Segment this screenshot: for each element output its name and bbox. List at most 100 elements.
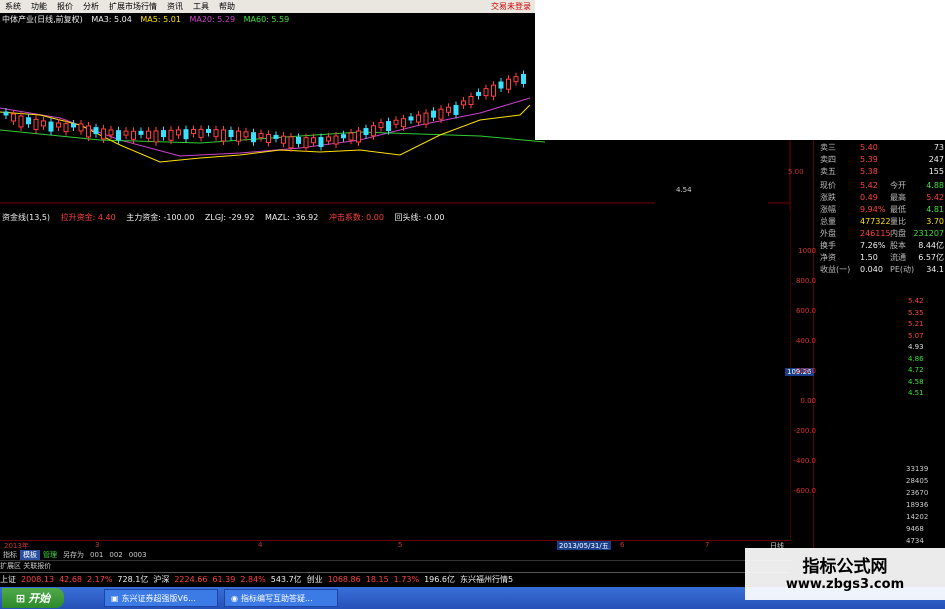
candle-body	[386, 121, 391, 132]
quote-value: 73	[933, 143, 944, 152]
candle-body	[476, 91, 481, 96]
candle-body	[41, 120, 46, 127]
quote-value: 477322	[860, 217, 891, 226]
candle-body	[33, 118, 39, 130]
app-icon: ▣	[111, 593, 119, 603]
intraday-volume-tick: 9468	[906, 525, 924, 533]
intraday-price-tick: 4.86	[908, 354, 924, 363]
extension-area[interactable]: 扩展区 关联报价	[0, 560, 790, 571]
quote-value: 5.42	[926, 193, 944, 202]
indicator-panel[interactable]	[0, 210, 790, 540]
index-value: 18.15	[365, 575, 389, 584]
ma60-line	[0, 129, 546, 144]
candle-body	[333, 135, 339, 145]
candle-body	[63, 123, 69, 133]
indicator-item: 拉升资金: 4.40	[60, 213, 116, 222]
quote-row: 外盘 246115 内盘 231207	[814, 228, 945, 240]
candle-body	[48, 121, 54, 132]
tab-001[interactable]: 001	[87, 551, 106, 559]
taskbar-item[interactable]: ◉ 指标编写互助答疑...	[224, 589, 338, 607]
quote-label: 最低	[890, 205, 906, 214]
indicator-y-tick: 0.00	[800, 397, 816, 405]
candle-body	[266, 133, 271, 143]
indicator-item: ZLGJ: -29.92	[204, 213, 255, 222]
date-axis-mark: 4	[258, 541, 263, 549]
candle-body	[348, 132, 354, 141]
index-value: 543.7亿	[270, 575, 302, 584]
quote-label: 换手	[820, 241, 836, 250]
candle-body	[341, 134, 346, 139]
quote-row: 总量 477322 量比 3.70	[814, 216, 945, 228]
tab-save-as[interactable]: 另存为	[60, 550, 87, 560]
candle-body	[483, 88, 489, 97]
taskbar-item-label: 东兴证券超强版V6...	[121, 593, 196, 603]
indicator-y-tick: -200.0	[793, 427, 816, 435]
quote-label: 最高	[890, 193, 906, 202]
candle-body	[446, 106, 451, 113]
candle-body	[176, 129, 181, 136]
candle-body	[3, 111, 9, 116]
candle-body	[468, 96, 474, 106]
candle-body	[93, 127, 99, 135]
index-bar: 上证 2008.13 42.68 2.17% 728.1亿 沪深 2224.66 61.39 2…	[0, 572, 790, 586]
candle-body	[18, 115, 24, 128]
tab-002[interactable]: 002	[106, 551, 125, 559]
indicator-y-tick: 800.0	[795, 277, 816, 285]
quote-label: 卖三	[820, 143, 836, 152]
tab-0003[interactable]: 0003	[126, 551, 150, 559]
quote-value: 3.70	[926, 217, 944, 226]
start-button[interactable]: ⊞ 开始	[2, 588, 64, 608]
candle-body	[288, 136, 294, 149]
index-value: 42.68	[59, 575, 82, 584]
candle-body	[303, 137, 309, 149]
tab-manage[interactable]: 管理	[40, 550, 60, 560]
indicator-info: 资金线(13,5) 拉升资金: 4.40 主力资金: -100.00 ZLGJ:…	[2, 212, 452, 223]
index-value: 728.1亿	[117, 575, 149, 584]
quote-value: 5.40	[860, 143, 878, 152]
quote-value: 4.81	[926, 205, 944, 214]
tab-template[interactable]: 模板	[20, 550, 40, 560]
date-axis-mark: 5	[398, 541, 403, 549]
intraday-price-tick: 4.51	[908, 389, 924, 397]
date-axis-mark: 3	[95, 541, 100, 549]
candle-body	[393, 119, 399, 125]
candle-body	[416, 114, 421, 123]
quote-label: 现价	[820, 181, 836, 190]
candle-body	[326, 136, 331, 142]
quote-value: 34.1	[926, 265, 944, 274]
candle-body	[438, 108, 444, 120]
intraday-volume-tick: 28405	[906, 477, 929, 485]
candle-body	[423, 112, 429, 125]
indicator-y-tick: -600.0	[793, 487, 816, 495]
index-value: 2.84%	[240, 575, 266, 584]
indicator-item: 回头线: -0.00	[394, 213, 445, 222]
quote-value: 0.49	[860, 193, 878, 202]
indicator-item: 主力资金: -100.00	[126, 213, 195, 222]
index-value: 1.73%	[393, 575, 420, 584]
index-value: 2224.66	[174, 575, 208, 584]
candle-body	[236, 130, 241, 142]
quote-row: 净资 1.50 流通 6.57亿	[814, 252, 945, 264]
quote-row: 卖四 5.39 247	[814, 154, 945, 166]
mini-kline-panel	[655, 140, 768, 205]
indicator-item: MAZL: -36.92	[264, 213, 319, 222]
index-value: 上证	[0, 575, 16, 584]
candle-body	[243, 131, 249, 138]
tab-indicator[interactable]: 指标	[0, 550, 20, 560]
quote-value: 155	[928, 167, 944, 176]
candle-body	[431, 110, 436, 118]
index-value: 2.17%	[87, 575, 113, 584]
quote-row: 涨幅 9.94% 最低 4.81	[814, 204, 945, 216]
candle-body	[506, 78, 511, 90]
ma5-line	[0, 104, 531, 163]
intraday-volume-tick: 23670	[906, 489, 929, 497]
quote-value: 5.42	[860, 181, 878, 190]
candle-body	[86, 125, 91, 138]
candle-body	[498, 81, 504, 89]
candle-body	[281, 135, 286, 144]
intraday-price-tick: 4.93	[908, 343, 924, 351]
taskbar-item[interactable]: ▣ 东兴证券超强版V6...	[104, 589, 218, 607]
candle-body	[311, 137, 316, 144]
candle-body	[206, 128, 211, 133]
quote-value: 4.88	[926, 181, 944, 190]
